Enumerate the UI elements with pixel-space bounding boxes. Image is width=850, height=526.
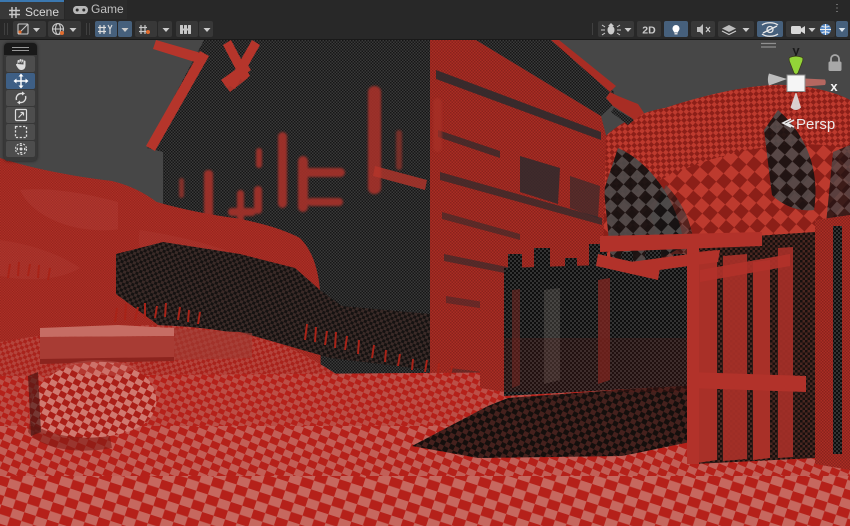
svg-text:y: y xyxy=(792,43,800,58)
svg-text:2D: 2D xyxy=(642,25,656,37)
svg-text:x: x xyxy=(830,79,838,94)
svg-text:Persp: Persp xyxy=(796,116,835,133)
